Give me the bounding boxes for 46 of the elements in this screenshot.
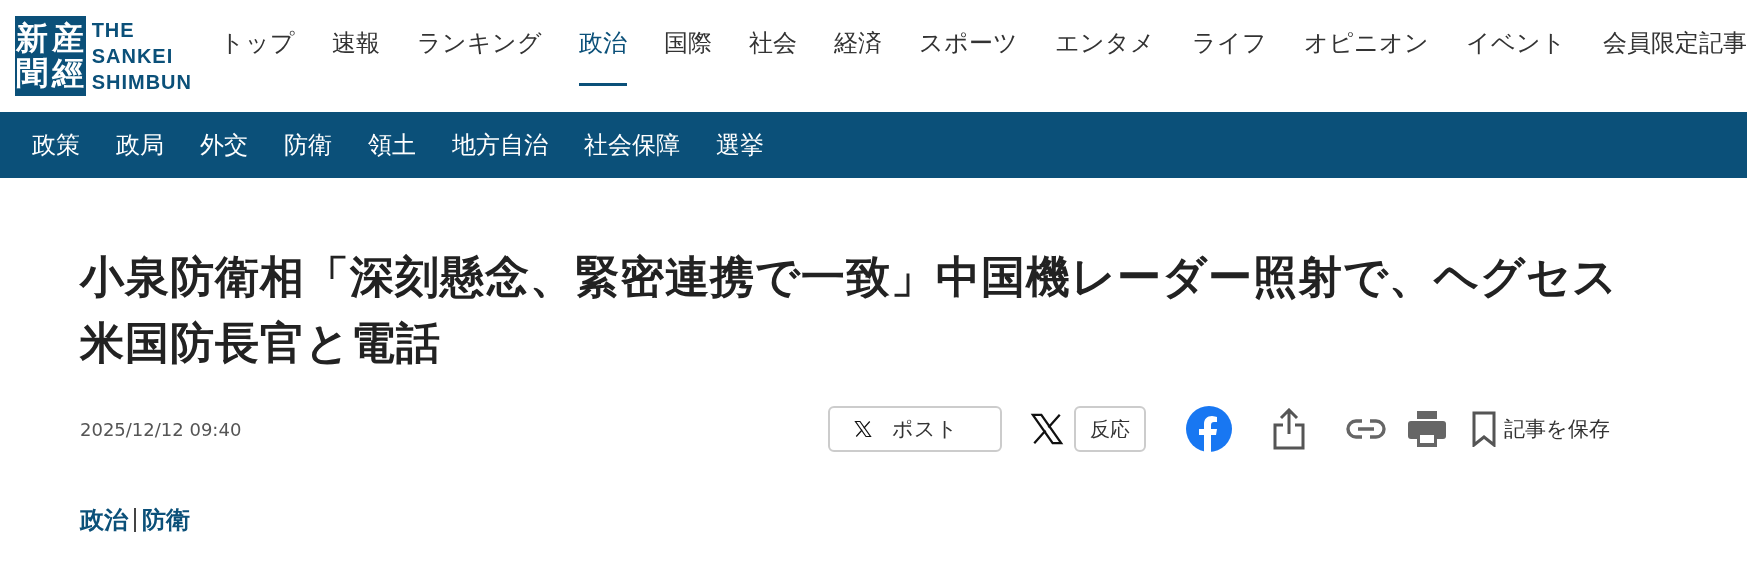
- logo-wordmark: SHIMBUN: [91, 70, 192, 95]
- nav-tab[interactable]: 経済: [834, 0, 882, 86]
- link-icon: [1346, 418, 1386, 440]
- printer-icon: [1408, 411, 1446, 447]
- share-button[interactable]: [1272, 408, 1306, 450]
- facebook-icon: [1186, 406, 1232, 452]
- nav-tab[interactable]: ライフ: [1192, 0, 1267, 86]
- nav-tab[interactable]: 政治: [579, 0, 627, 86]
- nav-tab[interactable]: オピニオン: [1304, 0, 1429, 86]
- category-link[interactable]: 政治: [80, 504, 128, 536]
- seal-characters: 新聞: [16, 20, 49, 92]
- nav-tab[interactable]: エンタメ: [1055, 0, 1155, 86]
- bookmark-icon: [1472, 411, 1496, 447]
- nav-tab[interactable]: スポーツ: [919, 0, 1018, 86]
- logo-wordmark: SANKEI: [91, 44, 175, 69]
- save-article-button[interactable]: 記事を保存: [1472, 411, 1610, 447]
- sub-nav-link[interactable]: 領土: [368, 129, 416, 161]
- nav-tab[interactable]: ランキング: [417, 0, 542, 86]
- seal-characters: 産經: [52, 20, 85, 92]
- sub-nav-link[interactable]: 社会保障: [584, 129, 680, 161]
- nav-tab[interactable]: イベント: [1466, 0, 1566, 86]
- sub-nav-link[interactable]: 地方自治: [452, 129, 548, 161]
- article-headline: 小泉防衛相「深刻懸念、緊密連携で一致」中国機レーダー照射で、ヘグセス米国防長官と電話: [80, 250, 1619, 370]
- post-button[interactable]: ポスト: [828, 406, 1002, 452]
- x-logo-link[interactable]: [1030, 412, 1064, 446]
- nav-tab[interactable]: 速報: [332, 0, 380, 86]
- sub-nav-link[interactable]: 政策: [32, 129, 80, 161]
- x-logo-icon: [854, 420, 872, 438]
- sub-nav-link[interactable]: 選挙: [716, 129, 764, 161]
- nav-tab[interactable]: 会員限定記事: [1603, 0, 1747, 86]
- x-logo-icon: [1030, 412, 1064, 446]
- nav-tab[interactable]: 社会: [749, 0, 797, 86]
- nav-tab[interactable]: 国際: [664, 0, 712, 86]
- print-button[interactable]: [1408, 411, 1446, 447]
- category-link[interactable]: 防衛: [142, 504, 190, 536]
- copy-link-button[interactable]: [1346, 418, 1386, 440]
- reaction-button[interactable]: 反応: [1074, 406, 1146, 452]
- publish-date: 2025/12/12 09:40: [80, 418, 243, 440]
- sub-nav-link[interactable]: 防衛: [284, 129, 332, 161]
- logo-seal[interactable]: 新聞 産經: [15, 16, 86, 96]
- facebook-button[interactable]: [1186, 406, 1232, 452]
- sub-nav-link[interactable]: 政局: [116, 129, 164, 161]
- sub-nav-link[interactable]: 外交: [200, 129, 248, 161]
- share-icon: [1272, 408, 1306, 450]
- logo-wordmark: THE: [91, 18, 136, 43]
- nav-tab[interactable]: トップ: [220, 0, 295, 86]
